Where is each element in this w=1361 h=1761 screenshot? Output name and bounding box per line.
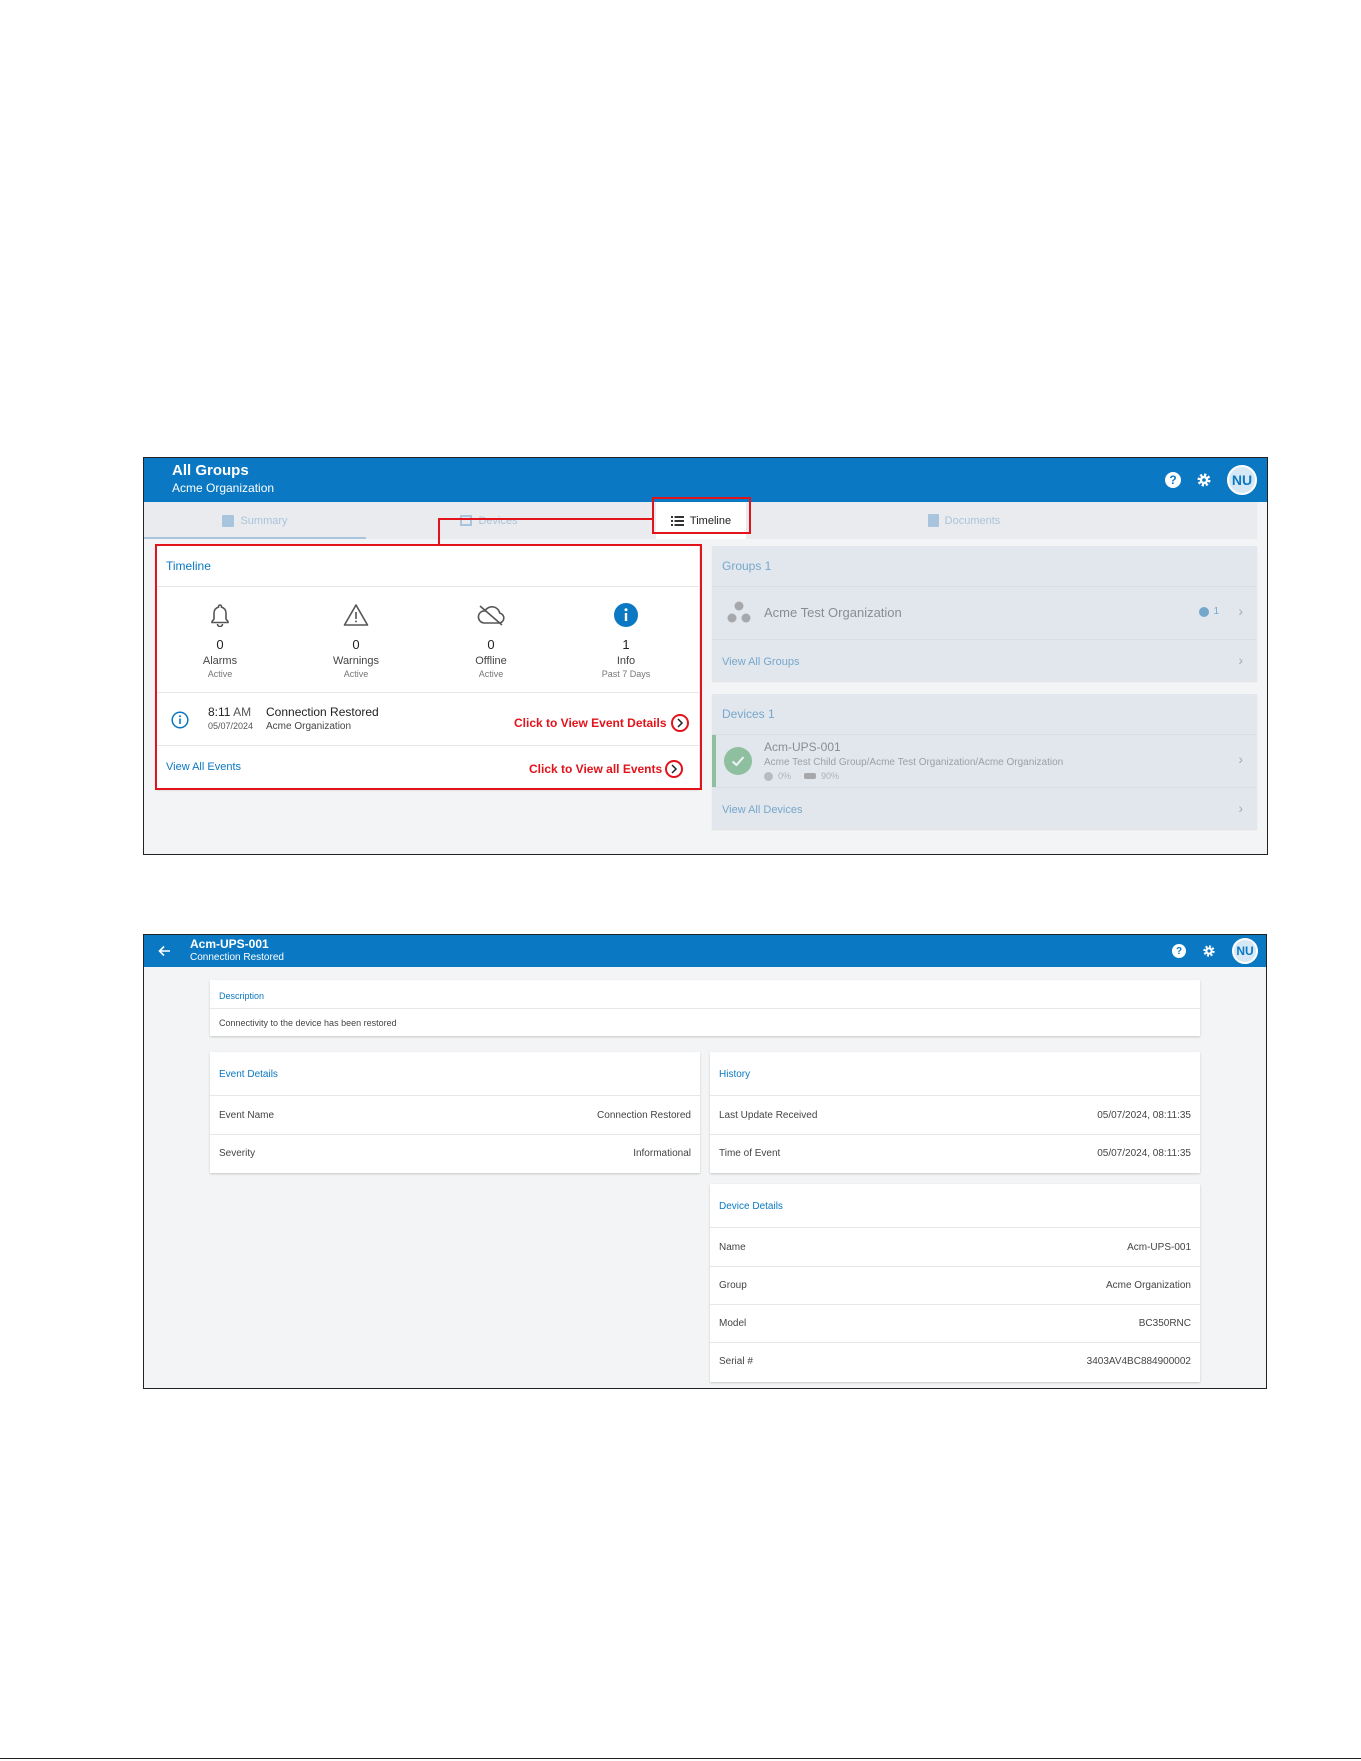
annotation-event-details: Click to View Event Details xyxy=(514,716,667,730)
help-icon[interactable]: ? xyxy=(1172,944,1186,958)
device-details-title: Device Details xyxy=(719,1201,783,1212)
last-update-row: Last Update Received 05/07/2024, 08:11:3… xyxy=(710,1096,1200,1134)
divider xyxy=(712,639,1257,640)
row-key: Severity xyxy=(219,1148,256,1159)
device-battery: 90% xyxy=(821,771,840,781)
device-model-row: Model BC350RNC xyxy=(710,1304,1200,1342)
row-value: 3403AV4BC884900002 xyxy=(1086,1356,1191,1367)
chevron-right-icon: › xyxy=(1238,603,1243,619)
device-metrics: 0% 90% xyxy=(764,771,839,781)
timeline-card-highlight xyxy=(155,544,702,790)
row-key: Last Update Received xyxy=(719,1110,818,1121)
divider xyxy=(712,787,1257,788)
tab-devices[interactable]: Devices xyxy=(409,502,569,539)
device-load: 0% xyxy=(778,771,792,781)
history-title: History xyxy=(719,1069,751,1080)
app-header: All Groups Acme Organization ? NU xyxy=(144,458,1267,502)
check-icon xyxy=(724,747,752,775)
avatar[interactable]: NU xyxy=(1227,465,1257,495)
back-arrow-icon[interactable] xyxy=(158,945,171,957)
row-value: Acme Organization xyxy=(1105,1280,1191,1291)
app-header: Acm-UPS-001 Connection Restored ? NU xyxy=(144,935,1266,967)
tab-devices-label: Devices xyxy=(478,514,518,527)
tab-summary[interactable]: Summary xyxy=(144,502,366,539)
avatar[interactable]: NU xyxy=(1232,938,1258,964)
row-value: Informational xyxy=(633,1148,691,1159)
page-title: All Groups xyxy=(172,462,249,479)
groups-overview-screenshot: All Groups Acme Organization ? NU Summar… xyxy=(143,457,1268,855)
severity-row: Severity Informational xyxy=(210,1134,700,1172)
row-key: Time of Event xyxy=(719,1148,781,1159)
view-all-devices-link[interactable]: View All Devices xyxy=(722,804,803,816)
header-actions: ? NU xyxy=(1172,935,1258,967)
groups-card-title: Groups 1 xyxy=(722,559,772,573)
history-card: History Last Update Received 05/07/2024,… xyxy=(710,1052,1200,1173)
row-key: Serial # xyxy=(719,1356,753,1367)
tab-documents-label: Documents xyxy=(944,514,1001,527)
annotation-connector xyxy=(438,518,652,520)
divider xyxy=(210,1008,1200,1009)
timeline-tab-highlight xyxy=(652,497,751,534)
event-details-title: Event Details xyxy=(219,1069,278,1080)
event-detail-screenshot: Acm-UPS-001 Connection Restored ? NU Des… xyxy=(143,934,1267,1389)
groups-card: Groups 1 Acme Test Organization 1 › View… xyxy=(712,546,1257,681)
group-info-count: 1 xyxy=(1213,606,1219,617)
device-path: Acme Test Child Group/Acme Test Organiza… xyxy=(764,757,1064,768)
page-subtitle: Connection Restored xyxy=(190,952,284,963)
row-key: Group xyxy=(719,1280,747,1291)
gear-icon[interactable] xyxy=(1200,942,1218,960)
info-icon xyxy=(1199,606,1210,617)
document-icon xyxy=(927,514,939,527)
tab-documents[interactable]: Documents xyxy=(864,502,1064,539)
row-value: 05/07/2024, 08:11:35 xyxy=(1097,1148,1191,1159)
group-name: Acme Test Organization xyxy=(764,605,902,620)
row-key: Event Name xyxy=(219,1110,275,1121)
view-all-groups-link[interactable]: View All Groups xyxy=(722,656,799,668)
chart-icon xyxy=(222,514,235,527)
chevron-right-icon: › xyxy=(1238,751,1243,767)
device-serial-row: Serial # 3403AV4BC884900002 xyxy=(710,1342,1200,1380)
page-subtitle: Acme Organization xyxy=(172,481,275,495)
page-title: Acm-UPS-001 xyxy=(190,937,269,951)
header-actions: ? NU xyxy=(1165,458,1257,502)
row-key: Model xyxy=(719,1318,747,1329)
description-title: Description xyxy=(219,991,265,1001)
tab-summary-label: Summary xyxy=(240,514,288,527)
devices-card-title: Devices 1 xyxy=(722,707,775,721)
row-value: 05/07/2024, 08:11:35 xyxy=(1097,1110,1191,1121)
device-row[interactable]: Acm-UPS-001 Acme Test Child Group/Acme T… xyxy=(712,735,1257,787)
device-details-card: Device Details Name Acm-UPS-001 Group Ac… xyxy=(710,1184,1200,1382)
row-value: BC350RNC xyxy=(1138,1318,1191,1329)
row-key: Name xyxy=(719,1242,746,1253)
gear-icon[interactable] xyxy=(1195,471,1213,489)
annotation-all-events: Click to View all Events xyxy=(529,762,663,776)
device-group-row: Group Acme Organization xyxy=(710,1266,1200,1304)
battery-icon xyxy=(804,773,817,779)
active-tab-indicator xyxy=(144,537,366,539)
chevron-right-icon: › xyxy=(1238,800,1243,816)
row-value: Acm-UPS-001 xyxy=(1127,1242,1191,1253)
load-icon xyxy=(764,771,773,781)
event-name-row: Event Name Connection Restored xyxy=(210,1096,700,1134)
device-icon xyxy=(460,515,473,526)
status-bar xyxy=(712,735,716,787)
help-icon[interactable]: ? xyxy=(1165,472,1181,488)
chevron-right-icon: › xyxy=(1238,652,1243,668)
group-icon xyxy=(727,601,751,623)
group-row[interactable]: Acme Test Organization 1 › xyxy=(712,587,1257,639)
device-name-row: Name Acm-UPS-001 xyxy=(710,1228,1200,1266)
chevron-right-icon[interactable] xyxy=(671,714,689,732)
time-of-event-row: Time of Event 05/07/2024, 08:11:35 xyxy=(710,1134,1200,1172)
group-info-badge: 1 xyxy=(1199,606,1219,617)
event-details-card: Event Details Event Name Connection Rest… xyxy=(210,1052,700,1173)
row-value: Connection Restored xyxy=(597,1110,691,1121)
devices-card: Devices 1 Acm-UPS-001 Acme Test Child Gr… xyxy=(712,694,1257,829)
device-name: Acm-UPS-001 xyxy=(764,740,841,754)
description-card: Description Connectivity to the device h… xyxy=(210,980,1200,1036)
annotation-connector xyxy=(438,518,440,545)
chevron-right-icon[interactable] xyxy=(665,760,683,778)
description-text: Connectivity to the device has been rest… xyxy=(219,1018,397,1028)
page-footer-rule xyxy=(0,1758,1361,1759)
